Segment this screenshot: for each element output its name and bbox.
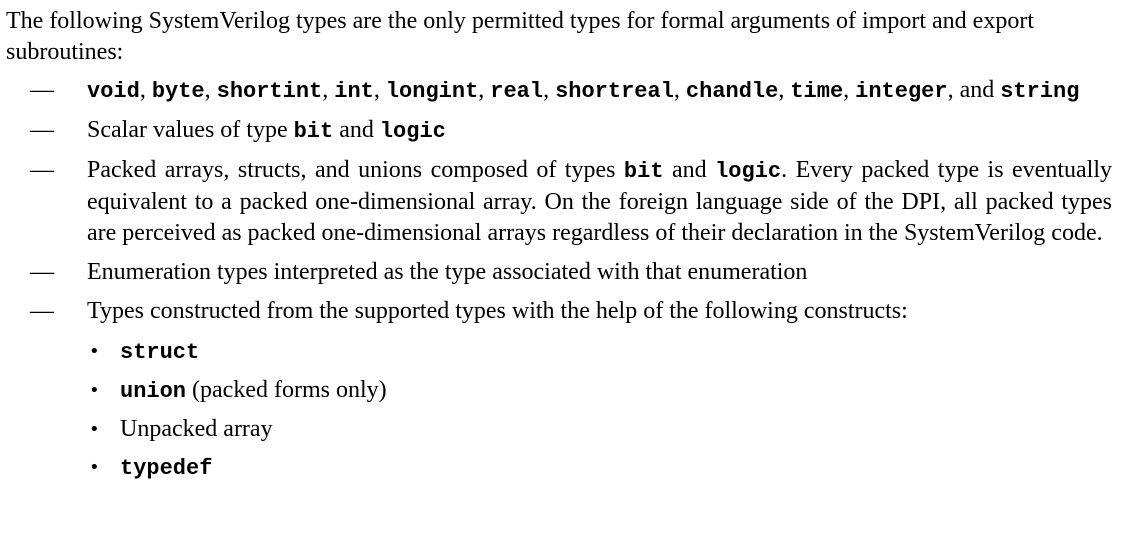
dash-marker: —	[30, 298, 54, 324]
code-keyword: byte	[151, 79, 205, 104]
text-run: Scalar values of type	[87, 117, 294, 143]
list-item: — Scalar values of type bit and logic	[6, 115, 1112, 147]
list-item: — void, byte, shortint, int, longint, rea…	[6, 75, 1112, 107]
sub-list-item: • typedef	[6, 452, 1112, 484]
sub-list-item-text: union (packed forms only)	[120, 377, 387, 404]
bullet-marker: •	[89, 380, 100, 401]
code-keyword: shortint	[216, 79, 323, 104]
dash-marker: —	[30, 77, 54, 103]
document-body: The following SystemVerilog types are th…	[6, 6, 1112, 492]
bullet-marker: •	[89, 457, 100, 478]
text-run: Packed arrays, structs, and unions compo…	[87, 157, 624, 183]
list-item: — Packed arrays, structs, and unions comp…	[6, 155, 1112, 249]
code-keyword: struct	[120, 340, 200, 365]
code-keyword: shortreal	[555, 79, 674, 104]
text-run: Enumeration types interpreted as the typ…	[87, 259, 808, 285]
code-keyword: string	[1000, 79, 1080, 104]
bullet-marker: •	[89, 419, 100, 440]
list-item-text: Scalar values of type bit and logic	[87, 117, 446, 144]
text-run: and	[663, 157, 716, 183]
construct-list: • struct • union (packed forms only) • Unpack…	[6, 336, 1112, 484]
list-item: — Enumeration types interpreted as the ty…	[6, 257, 1112, 288]
code-keyword: logic	[715, 159, 782, 184]
text-run: Unpacked array	[120, 416, 273, 442]
text-run: Types constructed from the supported typ…	[87, 298, 908, 324]
code-keyword: union	[120, 379, 187, 404]
code-keyword: time	[790, 79, 844, 104]
dash-marker: —	[30, 117, 54, 143]
code-keyword: chandle	[685, 79, 779, 104]
code-keyword: bit	[623, 159, 664, 184]
sub-list-item-text: Unpacked array	[120, 416, 273, 442]
text-run: ,	[139, 77, 152, 103]
text-run: ,	[673, 77, 686, 103]
text-run: (packed forms only)	[186, 377, 387, 403]
sub-list-item: • union (packed forms only)	[6, 375, 1112, 407]
list-item-text: Packed arrays, structs, and unions compo…	[87, 157, 1112, 246]
bullet-marker: •	[89, 341, 100, 362]
permitted-types-list: — void, byte, shortint, int, longint, rea…	[6, 75, 1112, 484]
text-run: ,	[843, 77, 856, 103]
text-run: and	[333, 117, 380, 143]
sub-list-item: • Unpacked array	[6, 414, 1112, 445]
code-keyword: int	[334, 79, 374, 104]
code-keyword: typedef	[120, 456, 213, 481]
sub-list-item: • struct	[6, 336, 1112, 368]
intro-paragraph: The following SystemVerilog types are th…	[6, 8, 1034, 65]
code-keyword: bit	[293, 119, 334, 144]
text-run: ,	[778, 77, 791, 103]
sub-list-item-text: typedef	[120, 454, 213, 481]
sub-list-item-text: struct	[120, 338, 200, 365]
list-item: — Types constructed from the supported ty…	[6, 296, 1112, 484]
list-item-text: Types constructed from the supported typ…	[87, 298, 908, 324]
code-keyword: void	[87, 79, 140, 104]
text-run: ,	[478, 77, 491, 103]
code-keyword: integer	[855, 79, 948, 104]
list-item-text: Enumeration types interpreted as the typ…	[87, 259, 807, 285]
text-run: ,	[373, 77, 386, 103]
list-item-text: void, byte, shortint, int, longint, real…	[87, 77, 1080, 104]
code-keyword: logic	[379, 119, 446, 144]
code-keyword: real	[490, 79, 544, 104]
text-run: ,	[322, 77, 335, 103]
text-run: , and	[947, 77, 1001, 103]
dash-marker: —	[30, 259, 54, 285]
text-run: ,	[543, 77, 556, 103]
dash-marker: —	[30, 157, 54, 183]
code-keyword: longint	[385, 79, 479, 104]
text-run: ,	[204, 77, 217, 103]
